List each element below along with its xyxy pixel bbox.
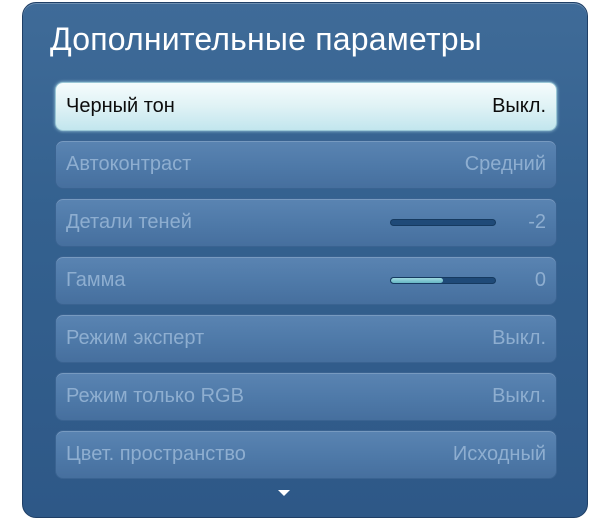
menu-item-label: Черный тон xyxy=(66,95,175,117)
menu-item-value: Выкл. xyxy=(492,385,546,407)
menu-item-value: Выкл. xyxy=(492,327,546,349)
menu-item-label: Режим только RGB xyxy=(66,385,244,407)
menu-item-value: Выкл. xyxy=(492,95,546,117)
triangle-down-icon[interactable] xyxy=(278,490,290,496)
slider-fill xyxy=(391,278,443,283)
menu-item-value: Средний xyxy=(464,153,546,175)
menu-item-label: Режим эксперт xyxy=(66,327,205,349)
menu-item-rgb-only-mode[interactable]: Режим только RGB Выкл. xyxy=(55,372,557,421)
menu-item-color-space[interactable]: Цвет. пространство Исходный xyxy=(55,430,557,479)
menu-item-value: -2 xyxy=(528,211,546,233)
menu-item-label: Автоконтраст xyxy=(66,153,192,175)
menu-item-auto-contrast[interactable]: Автоконтраст Средний xyxy=(55,140,557,189)
menu-item-black-tone[interactable]: Черный тон Выкл. xyxy=(55,82,557,131)
menu-item-expert-mode[interactable]: Режим эксперт Выкл. xyxy=(55,314,557,363)
menu-item-gamma[interactable]: Гамма 0 xyxy=(55,256,557,305)
menu-item-label: Гамма xyxy=(66,269,126,291)
advanced-settings-panel: Дополнительные параметры Черный тон Выкл… xyxy=(22,2,588,518)
menu-item-shadow-detail[interactable]: Детали теней -2 xyxy=(55,198,557,247)
menu-item-value: Исходный xyxy=(452,443,546,465)
menu-item-label: Детали теней xyxy=(66,211,192,233)
panel-title: Дополнительные параметры xyxy=(50,21,482,57)
menu-item-label: Цвет. пространство xyxy=(66,443,246,465)
gamma-slider[interactable] xyxy=(390,277,496,284)
menu-item-value: 0 xyxy=(534,269,546,291)
shadow-detail-slider[interactable] xyxy=(390,219,496,226)
